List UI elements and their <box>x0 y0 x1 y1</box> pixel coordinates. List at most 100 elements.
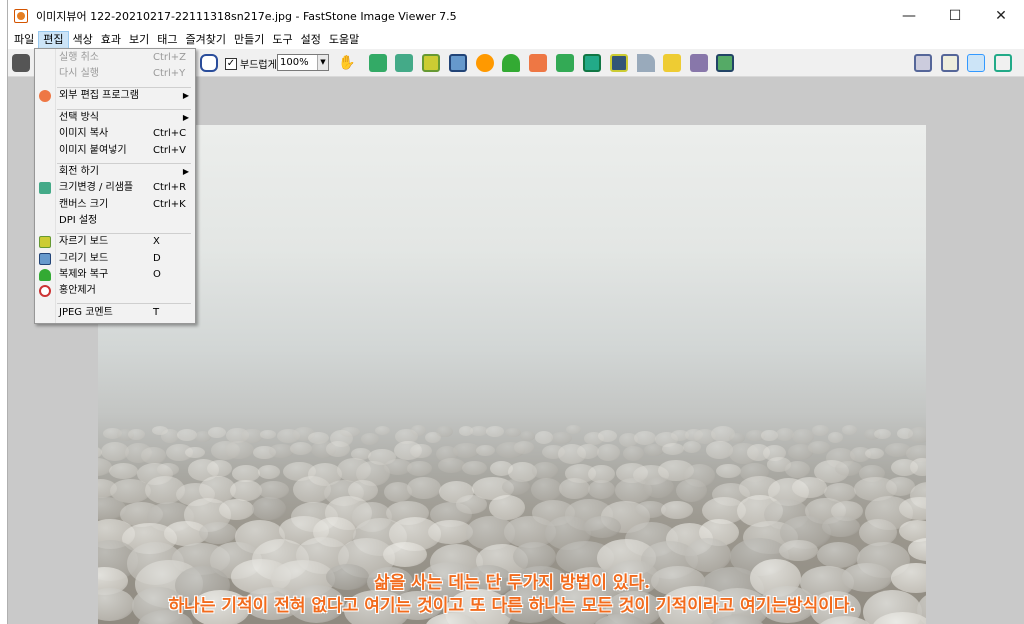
color-adjust-icon[interactable] <box>449 54 467 72</box>
window-mode-icon[interactable] <box>967 54 985 72</box>
pebble <box>661 500 694 519</box>
menu-tags[interactable]: 태그 <box>153 31 181 49</box>
menu-crop-board[interactable]: 자르기 보드 X <box>35 234 195 250</box>
displayed-photo[interactable]: 삶을 사는 데는 단 두가지 방법이 있다. 하나는 기적이 전혀 없다고 여기… <box>98 125 926 624</box>
compare-icon[interactable] <box>941 54 959 72</box>
menu-file[interactable]: 파일 <box>10 31 38 49</box>
menu-color[interactable]: 색상 <box>69 31 97 49</box>
rotate-right-icon[interactable] <box>556 54 574 72</box>
menu-redo-label: 다시 실행 <box>59 68 99 79</box>
zoom-select[interactable]: 100% ▼ <box>277 54 329 71</box>
menu-jpeg-comment-shortcut: T <box>153 307 160 318</box>
close-button[interactable]: ✕ <box>978 0 1024 31</box>
pebble <box>784 460 811 478</box>
menu-resize-label: 크기변경 / 리샘플 <box>59 182 134 193</box>
eye-icon <box>39 285 51 297</box>
pebble <box>156 463 180 477</box>
pebble <box>662 443 684 456</box>
draw-icon[interactable] <box>637 54 655 72</box>
zoom-value: 100% <box>280 57 309 68</box>
menu-copy-image-label: 이미지 복사 <box>59 128 109 139</box>
pebble <box>812 425 829 436</box>
menu-undo-shortcut: Ctrl+Z <box>153 52 187 63</box>
menu-help[interactable]: 도움말 <box>325 31 363 49</box>
menu-jpeg-comment[interactable]: JPEG 코멘트 T <box>35 305 195 321</box>
pebble <box>505 428 522 437</box>
menu-selection-mode-label: 선택 방식 <box>59 112 99 123</box>
pebble <box>822 515 861 538</box>
faststone-app-icon[interactable] <box>14 8 28 23</box>
menu-view[interactable]: 보기 <box>125 31 153 49</box>
thumbnails-icon[interactable] <box>914 54 932 72</box>
email-icon[interactable] <box>663 54 681 72</box>
pebble <box>532 462 559 480</box>
brightness-icon[interactable] <box>476 54 494 72</box>
menu-create[interactable]: 만들기 <box>230 31 268 49</box>
submenu-arrow-icon: ▶ <box>182 91 189 100</box>
slideshow-icon[interactable] <box>610 54 628 72</box>
menu-clone-heal-label: 복제와 복구 <box>59 269 109 280</box>
pebble <box>260 430 276 439</box>
rotate-left-icon[interactable] <box>529 54 547 72</box>
camera-icon[interactable] <box>12 54 30 72</box>
pebble <box>597 430 617 443</box>
menu-edit[interactable]: 편집 <box>38 31 69 49</box>
maximize-button[interactable]: ☐ <box>932 0 978 31</box>
pebble <box>206 460 232 478</box>
menu-rotate[interactable]: 회전 하기 ▶ <box>35 164 195 180</box>
pebble <box>407 461 432 476</box>
chevron-down-icon[interactable]: ▼ <box>317 55 328 70</box>
pebble <box>383 541 427 567</box>
menu-external-editor[interactable]: 외부 편집 프로그램 ▶ <box>35 88 195 104</box>
person-icon[interactable] <box>502 54 520 72</box>
menu-clone-heal[interactable]: 복제와 복구 O <box>35 267 195 283</box>
print-icon[interactable] <box>690 54 708 72</box>
smooth-checkbox-box[interactable]: ✓ <box>225 57 237 70</box>
fullscreen-icon[interactable] <box>994 54 1012 72</box>
canvas-icon[interactable] <box>422 54 440 72</box>
pebble <box>791 428 815 444</box>
pebble <box>587 479 615 499</box>
menu-effects[interactable]: 효과 <box>97 31 125 49</box>
menu-redo[interactable]: 다시 실행 Ctrl+Y <box>35 66 195 82</box>
menu-settings[interactable]: 설정 <box>297 31 325 49</box>
flip-icon[interactable] <box>583 54 601 72</box>
pebble <box>910 457 926 477</box>
pebble <box>455 494 488 514</box>
menu-red-eye[interactable]: 홍안제거 <box>35 283 195 299</box>
pebble <box>501 479 531 495</box>
pebble <box>225 441 254 459</box>
menu-tools[interactable]: 도구 <box>268 31 296 49</box>
menu-favorites[interactable]: 즐겨찾기 <box>182 31 230 49</box>
minimize-button[interactable]: — <box>886 0 932 31</box>
save-icon[interactable] <box>716 54 734 72</box>
crop-icon <box>39 236 51 248</box>
smooth-checkbox[interactable]: ✓ 부드럽게 <box>225 56 277 71</box>
pebble <box>461 461 487 476</box>
menu-undo[interactable]: 실행 취소 Ctrl+Z <box>35 50 195 66</box>
window-title: 이미지뷰어 122-20210217-22111318sn217e.jpg - … <box>36 9 457 23</box>
pebble <box>531 477 563 502</box>
menu-draw-board[interactable]: 그리기 보드 D <box>35 251 195 267</box>
pebble <box>375 425 390 435</box>
menu-dpi-label: DPI 설정 <box>59 215 98 226</box>
submenu-arrow-icon: ▶ <box>182 113 189 122</box>
menu-selection-mode[interactable]: 선택 방식 ▶ <box>35 110 195 126</box>
pebble <box>141 447 167 464</box>
resize-icon[interactable] <box>395 54 413 72</box>
menu-resize[interactable]: 크기변경 / 리샘플 Ctrl+R <box>35 180 195 196</box>
pebble <box>791 477 827 498</box>
menu-crop-board-shortcut: X <box>153 236 160 247</box>
menu-paste-image[interactable]: 이미지 붙여넣기 Ctrl+V <box>35 143 195 159</box>
menu-draw-board-label: 그리기 보드 <box>59 253 109 264</box>
menu-canvas-size[interactable]: 캔버스 크기 Ctrl+K <box>35 197 195 213</box>
menu-copy-image[interactable]: 이미지 복사 Ctrl+C <box>35 126 195 142</box>
fit-window-icon[interactable] <box>200 54 218 72</box>
pebble <box>577 444 599 460</box>
crop-icon[interactable] <box>369 54 387 72</box>
pebble <box>185 446 205 458</box>
hand-tool-icon[interactable]: ✋ <box>338 54 356 72</box>
title-bar: 이미지뷰어 122-20210217-22111318sn217e.jpg - … <box>8 0 1024 31</box>
menu-dpi[interactable]: DPI 설정 <box>35 213 195 229</box>
menu-canvas-size-shortcut: Ctrl+K <box>153 199 186 210</box>
